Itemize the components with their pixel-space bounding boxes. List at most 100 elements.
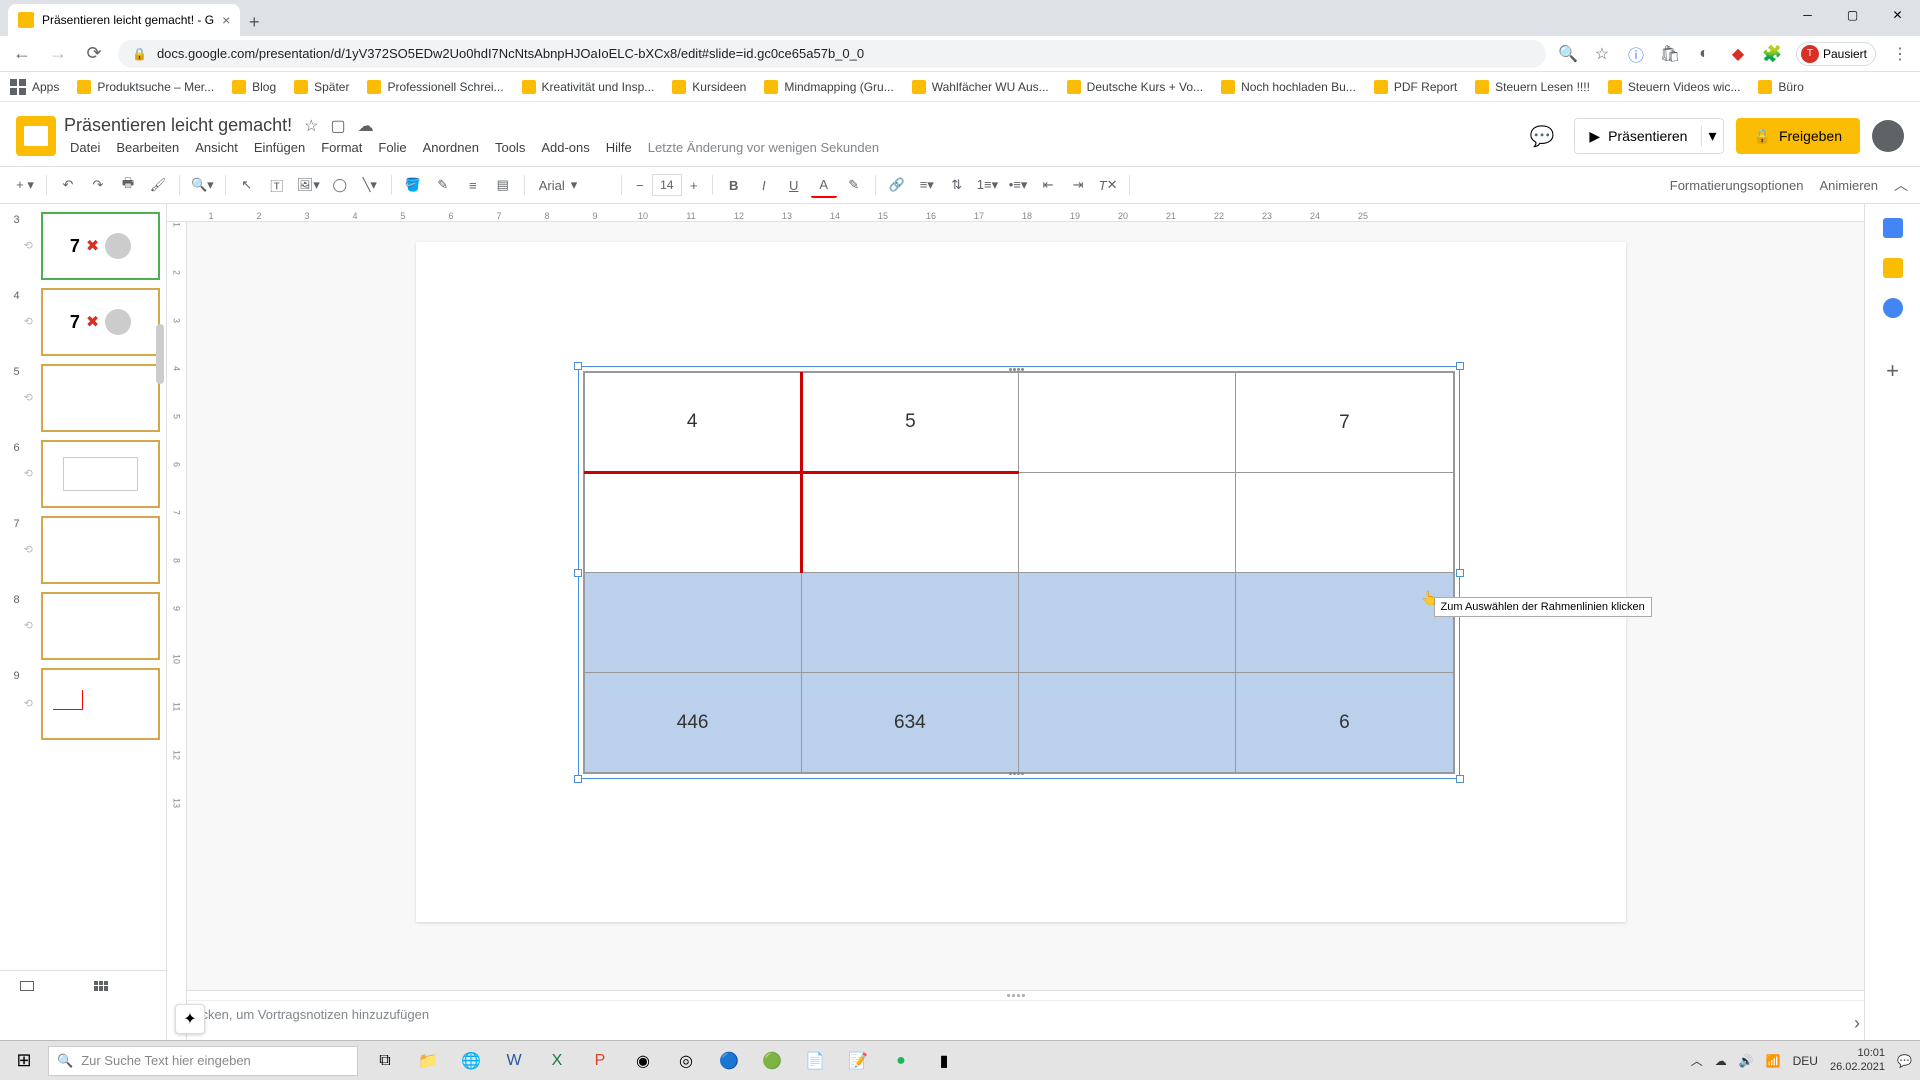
border-color-button[interactable]: ✎ bbox=[430, 172, 456, 198]
filmstrip-view-icon[interactable] bbox=[20, 981, 34, 991]
bookmark-item[interactable]: Mindmapping (Gru... bbox=[764, 80, 893, 94]
table-cell[interactable] bbox=[1236, 573, 1453, 673]
slide-thumb-6[interactable] bbox=[41, 440, 160, 508]
transition-icon[interactable]: ⟲ bbox=[24, 543, 38, 557]
powerpoint-icon[interactable]: P bbox=[579, 1041, 621, 1081]
table-cell[interactable]: 5 bbox=[801, 373, 1018, 473]
slide-thumb-8[interactable] bbox=[41, 592, 160, 660]
bookmark-item[interactable]: Wahlfächer WU Aus... bbox=[912, 80, 1049, 94]
cloud-status-icon[interactable]: ☁ bbox=[358, 116, 374, 136]
image-tool[interactable]: 🖼▾ bbox=[294, 172, 323, 198]
table-cell[interactable] bbox=[801, 473, 1018, 573]
bookmark-item[interactable]: Büro bbox=[1758, 80, 1803, 94]
bookmark-item[interactable]: Noch hochladen Bu... bbox=[1221, 80, 1356, 94]
zoom-button[interactable]: 🔍▾ bbox=[188, 172, 217, 198]
move-document-icon[interactable]: ▢ bbox=[330, 116, 345, 136]
outdent-button[interactable]: ⇤ bbox=[1035, 172, 1061, 198]
collapse-toolbar-button[interactable]: ︿ bbox=[1894, 175, 1908, 195]
app-icon[interactable]: 📄 bbox=[794, 1041, 836, 1081]
indent-button[interactable]: ⇥ bbox=[1065, 172, 1091, 198]
table-cell[interactable]: 6 bbox=[1236, 673, 1453, 773]
menu-format[interactable]: Format bbox=[315, 138, 368, 157]
slide-thumb-4[interactable]: 7✖ bbox=[41, 288, 160, 356]
font-size-decrease[interactable]: − bbox=[630, 178, 650, 193]
kebab-menu-icon[interactable]: ⋮ bbox=[1890, 44, 1910, 64]
table-drag-grip-top[interactable] bbox=[1009, 368, 1029, 373]
tasks-addon-icon[interactable] bbox=[1883, 298, 1903, 318]
slide-canvas[interactable]: 4 5 7 bbox=[416, 242, 1626, 922]
new-slide-button[interactable]: + ▾ bbox=[12, 172, 38, 198]
extension-icon-3[interactable]: ◐ bbox=[1694, 44, 1714, 64]
table-cell[interactable]: 446 bbox=[584, 673, 801, 773]
bookmark-item[interactable]: Steuern Lesen !!!! bbox=[1475, 80, 1590, 94]
wifi-icon[interactable]: 📶 bbox=[1766, 1054, 1781, 1068]
present-dropdown[interactable]: ▾ bbox=[1701, 126, 1722, 146]
maximize-button[interactable]: ▢ bbox=[1830, 0, 1875, 30]
share-button[interactable]: 🔒 Freigeben bbox=[1736, 118, 1860, 154]
last-edit-label[interactable]: Letzte Änderung vor wenigen Sekunden bbox=[642, 138, 885, 157]
table-cell[interactable]: 4 bbox=[584, 373, 801, 473]
font-select[interactable]: Arial▾ bbox=[533, 177, 613, 193]
line-spacing-button[interactable]: ⇅ bbox=[944, 172, 970, 198]
menu-slide[interactable]: Folie bbox=[372, 138, 412, 157]
tray-chevron-icon[interactable]: ︿ bbox=[1691, 1052, 1703, 1069]
bookmark-item[interactable]: Deutsche Kurs + Vo... bbox=[1067, 80, 1203, 94]
table-cell[interactable] bbox=[1019, 573, 1236, 673]
table-drag-grip-bottom[interactable] bbox=[1009, 772, 1029, 777]
close-tab-icon[interactable]: × bbox=[222, 12, 230, 28]
slide-thumb-9[interactable] bbox=[41, 668, 160, 740]
star-icon[interactable]: ☆ bbox=[1592, 44, 1612, 64]
language-indicator[interactable]: DEU bbox=[1793, 1054, 1818, 1068]
add-addon-button[interactable]: + bbox=[1886, 358, 1899, 384]
zoom-icon[interactable]: 🔍 bbox=[1558, 44, 1578, 64]
menu-view[interactable]: Ansicht bbox=[189, 138, 244, 157]
app-icon[interactable]: ◉ bbox=[622, 1041, 664, 1081]
present-button[interactable]: ▶Präsentieren ▾ bbox=[1574, 118, 1723, 154]
table-cell[interactable]: 634 bbox=[801, 673, 1018, 773]
print-button[interactable]: 🖶 bbox=[115, 172, 141, 198]
resize-handle-ml[interactable] bbox=[574, 569, 582, 577]
slide-thumb-5[interactable] bbox=[41, 364, 160, 432]
resize-handle-mr[interactable] bbox=[1456, 569, 1464, 577]
star-document-icon[interactable]: ☆ bbox=[304, 116, 318, 136]
keep-addon-icon[interactable] bbox=[1883, 258, 1903, 278]
shape-tool[interactable]: ◯ bbox=[327, 172, 353, 198]
transition-icon[interactable]: ⟲ bbox=[24, 697, 38, 711]
table-cell[interactable]: 7 bbox=[1236, 373, 1453, 473]
next-pane-button[interactable]: › bbox=[1854, 1013, 1860, 1034]
horizontal-ruler[interactable]: 1234567891011121314151617181920212223242… bbox=[167, 204, 1864, 222]
clock[interactable]: 10:01 26.02.2021 bbox=[1830, 1047, 1885, 1073]
redo-button[interactable]: ↷ bbox=[85, 172, 111, 198]
textbox-tool[interactable]: 🅃 bbox=[264, 172, 290, 198]
select-tool[interactable]: ↖ bbox=[234, 172, 260, 198]
extension-icon-4[interactable]: ◆ bbox=[1728, 44, 1748, 64]
start-button[interactable]: ⊞ bbox=[0, 1041, 48, 1081]
bookmark-item[interactable]: Produktsuche – Mer... bbox=[77, 80, 214, 94]
animate-button[interactable]: Animieren bbox=[1819, 178, 1878, 193]
table-cell[interactable] bbox=[1019, 673, 1236, 773]
bookmark-item[interactable]: Kreativität und Insp... bbox=[522, 80, 655, 94]
forward-button[interactable]: → bbox=[46, 42, 70, 66]
app-icon[interactable]: 📝 bbox=[837, 1041, 879, 1081]
bookmark-item[interactable]: Später bbox=[294, 80, 349, 94]
italic-button[interactable]: I bbox=[751, 172, 777, 198]
close-window-button[interactable]: ✕ bbox=[1875, 0, 1920, 30]
menu-addons[interactable]: Add-ons bbox=[535, 138, 595, 157]
table-cell[interactable] bbox=[584, 573, 801, 673]
slides-logo-icon[interactable] bbox=[16, 116, 56, 156]
bookmark-item[interactable]: Steuern Videos wic... bbox=[1608, 80, 1741, 94]
edge-icon[interactable]: 🌐 bbox=[450, 1041, 492, 1081]
bookmark-item[interactable]: PDF Report bbox=[1374, 80, 1457, 94]
comments-button[interactable]: 💬 bbox=[1522, 116, 1562, 156]
align-button[interactable]: ≡▾ bbox=[914, 172, 940, 198]
slide-thumb-3[interactable]: 7✖ bbox=[41, 212, 160, 280]
filmstrip-scrollbar[interactable] bbox=[156, 324, 164, 384]
menu-file[interactable]: Datei bbox=[64, 138, 106, 157]
file-explorer-icon[interactable]: 📁 bbox=[407, 1041, 449, 1081]
table-cell[interactable] bbox=[801, 573, 1018, 673]
transition-icon[interactable]: ⟲ bbox=[24, 315, 38, 329]
line-tool[interactable]: ╲▾ bbox=[357, 172, 383, 198]
extension-icon-1[interactable]: ⓘ bbox=[1626, 44, 1646, 64]
resize-handle-tr[interactable] bbox=[1456, 362, 1464, 370]
back-button[interactable]: ← bbox=[10, 42, 34, 66]
